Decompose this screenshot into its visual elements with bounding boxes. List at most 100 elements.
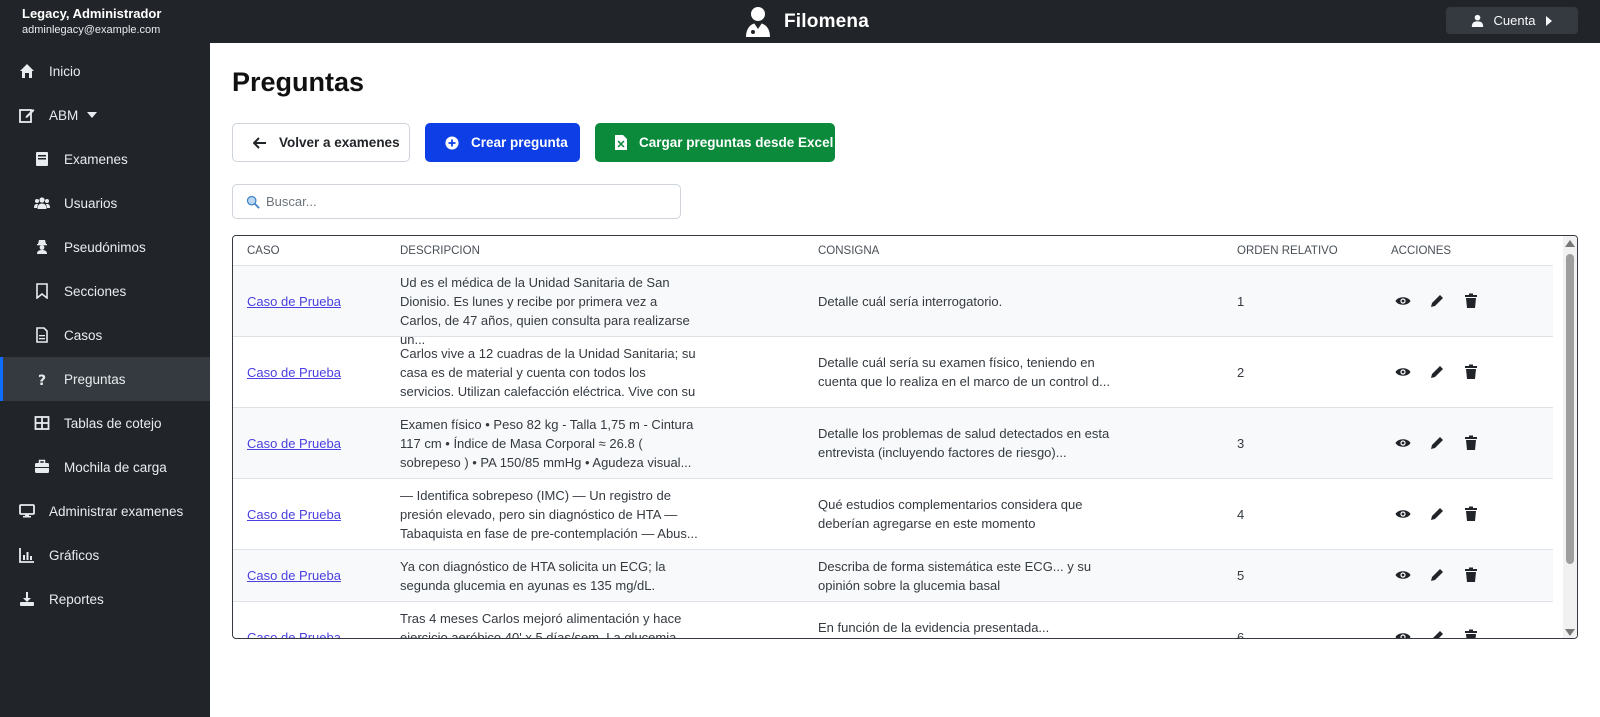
sidebar-item-label: ABM bbox=[49, 107, 79, 123]
user-secret-icon bbox=[37, 240, 47, 254]
trash-icon[interactable] bbox=[1463, 364, 1479, 380]
account-label: Cuenta bbox=[1493, 13, 1536, 28]
order-cell: 6 bbox=[1237, 630, 1245, 639]
sidebar-item-examenes[interactable]: Examenes bbox=[0, 137, 210, 181]
book-icon bbox=[36, 152, 48, 166]
case-link[interactable]: Caso de Prueba bbox=[247, 363, 341, 382]
row-actions bbox=[1395, 629, 1479, 639]
sidebar-item-inicio[interactable]: Inicio bbox=[0, 49, 210, 93]
trash-icon[interactable] bbox=[1463, 293, 1479, 309]
sidebar-item-tablas-de-cotejo[interactable]: Tablas de cotejo bbox=[0, 401, 210, 445]
account-button[interactable]: Cuenta bbox=[1446, 7, 1578, 34]
download-icon bbox=[20, 592, 34, 606]
sidebar-item-mochila-de-carga[interactable]: Mochila de carga bbox=[0, 445, 210, 489]
questions-table: CASO DESCRIPCION CONSIGNA ORDEN RELATIVO… bbox=[232, 235, 1578, 639]
create-question-button[interactable]: Crear pregunta bbox=[425, 123, 580, 162]
sidebar-item-label: Reportes bbox=[49, 591, 104, 607]
description-cell: — Identifica sobrepeso (IMC) — Un regist… bbox=[400, 488, 698, 541]
eye-icon[interactable] bbox=[1395, 506, 1411, 522]
instruction-cell: En función de la evidencia presentada... bbox=[818, 620, 1050, 635]
row-actions bbox=[1395, 435, 1479, 451]
sidebar-item-administrar-examenes[interactable]: Administrar examenes bbox=[0, 489, 210, 533]
edit-icon bbox=[19, 109, 35, 123]
sidebar-item-abm[interactable]: ABM bbox=[0, 93, 210, 137]
column-header-acciones: ACCIONES bbox=[1391, 245, 1452, 257]
trash-icon[interactable] bbox=[1463, 506, 1479, 522]
user-name: Legacy, Administrador bbox=[22, 6, 162, 21]
pencil-icon[interactable] bbox=[1429, 506, 1445, 522]
caret-down-icon bbox=[87, 112, 98, 118]
sidebar: Inicio ABM Examenes Usuarios Pseudónimos… bbox=[0, 43, 210, 717]
description-cell: Examen físico • Peso 82 kg - Talla 1,75 … bbox=[400, 417, 694, 470]
arrow-left-icon bbox=[253, 136, 266, 149]
case-link[interactable]: Caso de Prueba bbox=[247, 434, 341, 453]
pencil-icon[interactable] bbox=[1429, 364, 1445, 380]
button-label: Crear pregunta bbox=[471, 135, 568, 150]
case-link[interactable]: Caso de Prueba bbox=[247, 292, 341, 311]
brand-name: Filomena bbox=[784, 11, 870, 32]
instruction-cell: Detalle cuál sería interrogatorio. bbox=[818, 294, 1003, 309]
brand[interactable]: Filomena bbox=[744, 6, 869, 38]
table-scrollbar[interactable] bbox=[1563, 236, 1577, 638]
row-actions bbox=[1395, 293, 1479, 309]
sidebar-item-label: Usuarios bbox=[64, 195, 118, 211]
sidebar-item-label: Administrar examenes bbox=[49, 503, 184, 519]
sidebar-item-pseudonimos[interactable]: Pseudónimos bbox=[0, 225, 210, 269]
sidebar-item-casos[interactable]: Casos bbox=[0, 313, 210, 357]
trash-icon[interactable] bbox=[1463, 435, 1479, 451]
order-cell: 4 bbox=[1237, 507, 1245, 522]
sidebar-item-label: Secciones bbox=[64, 283, 127, 299]
order-cell: 3 bbox=[1237, 436, 1245, 451]
table-header: CASO DESCRIPCION CONSIGNA ORDEN RELATIVO… bbox=[233, 236, 1553, 266]
eye-icon[interactable] bbox=[1395, 629, 1411, 639]
scroll-down-arrow-icon[interactable] bbox=[1565, 629, 1575, 636]
sidebar-item-label: Casos bbox=[64, 327, 103, 343]
user-email: adminlegacy@example.com bbox=[22, 24, 161, 36]
eye-icon[interactable] bbox=[1395, 435, 1411, 451]
trash-icon[interactable] bbox=[1463, 629, 1479, 639]
pencil-icon[interactable] bbox=[1429, 629, 1445, 639]
sidebar-item-graficos[interactable]: Gráficos bbox=[0, 533, 210, 577]
back-to-exams-button[interactable]: Volver a examenes bbox=[232, 123, 410, 162]
file-icon bbox=[36, 327, 48, 343]
case-link[interactable]: Caso de Prueba bbox=[247, 628, 341, 638]
sidebar-item-label: Gráficos bbox=[49, 547, 100, 563]
description-cell: Ya con diagnóstico de HTA solicita un EC… bbox=[400, 559, 666, 593]
sidebar-item-label: Tablas de cotejo bbox=[64, 415, 162, 431]
scroll-up-arrow-icon[interactable] bbox=[1565, 240, 1575, 247]
eye-icon[interactable] bbox=[1395, 293, 1411, 309]
instruction-cell: Detalle cuál sería su examen físico, ten… bbox=[818, 355, 1110, 389]
plus-circle-icon bbox=[445, 135, 459, 150]
search-icon bbox=[246, 195, 260, 209]
load-excel-button[interactable]: Cargar preguntas desde Excel bbox=[595, 123, 835, 162]
pencil-icon[interactable] bbox=[1429, 435, 1445, 451]
eye-icon[interactable] bbox=[1395, 567, 1411, 583]
column-header-descripcion: DESCRIPCION bbox=[400, 245, 480, 257]
page-title: Preguntas bbox=[232, 67, 365, 97]
scrollbar-thumb[interactable] bbox=[1566, 254, 1574, 564]
eye-icon[interactable] bbox=[1395, 364, 1411, 380]
svg-text:?: ? bbox=[38, 373, 46, 387]
caret-right-icon bbox=[1546, 15, 1553, 26]
order-cell: 5 bbox=[1237, 568, 1245, 583]
case-link[interactable]: Caso de Prueba bbox=[247, 505, 341, 524]
sidebar-item-secciones[interactable]: Secciones bbox=[0, 269, 210, 313]
search-input[interactable]: Buscar... bbox=[232, 184, 681, 219]
sidebar-item-preguntas[interactable]: ? Preguntas bbox=[0, 357, 210, 401]
sidebar-item-label: Inicio bbox=[49, 63, 81, 79]
instruction-cell: Qué estudios complementarios considera q… bbox=[818, 497, 1083, 531]
sidebar-item-usuarios[interactable]: Usuarios bbox=[0, 181, 210, 225]
user-icon bbox=[1471, 14, 1483, 27]
pencil-icon[interactable] bbox=[1429, 293, 1445, 309]
home-icon bbox=[20, 64, 34, 78]
users-icon bbox=[34, 197, 50, 209]
top-navbar: Legacy, Administrador adminlegacy@exampl… bbox=[0, 0, 1600, 43]
main-content: Preguntas Volver a examenes Crear pregun… bbox=[210, 43, 1600, 717]
table-row: Caso de Prueba — Identifica sobrepeso (I… bbox=[233, 479, 1553, 550]
pencil-icon[interactable] bbox=[1429, 567, 1445, 583]
case-link[interactable]: Caso de Prueba bbox=[247, 566, 341, 585]
sidebar-item-reportes[interactable]: Reportes bbox=[0, 577, 210, 621]
question-icon: ? bbox=[38, 373, 46, 387]
row-actions bbox=[1395, 567, 1479, 583]
trash-icon[interactable] bbox=[1463, 567, 1479, 583]
